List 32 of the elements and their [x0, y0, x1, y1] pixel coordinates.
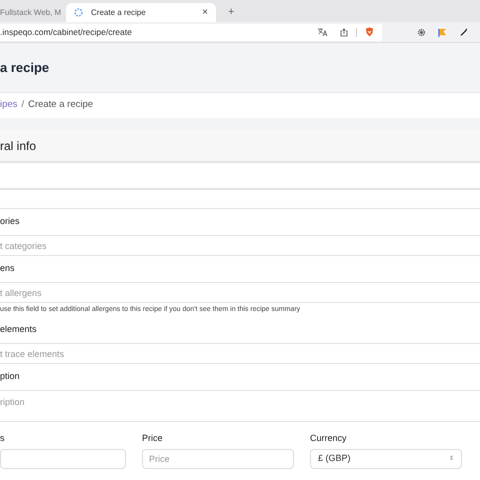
flag-icon[interactable] — [438, 28, 447, 36]
input-field[interactable]: Price — [142, 449, 294, 469]
field-label: elements — [0, 323, 37, 336]
field-label: ories — [0, 215, 20, 228]
close-tab-button[interactable]: × — [202, 5, 208, 20]
input-field[interactable]: t allergens — [0, 282, 480, 303]
breadcrumb-separator: / — [21, 98, 24, 112]
address-bar[interactable]: .inspeqo.com/cabinet/recipe/create — [0, 24, 382, 40]
input-field[interactable]: t categories — [0, 235, 480, 256]
breadcrumb-current: Create a recipe — [28, 98, 94, 112]
browser-tab[interactable]: Create a recipe × — [66, 3, 216, 22]
input-field[interactable]: t trace elements — [0, 343, 480, 364]
share-icon[interactable] — [340, 28, 348, 36]
new-tab-button[interactable]: + — [220, 3, 242, 22]
field-label: Price — [142, 432, 164, 445]
browser-tab[interactable]: Fullstack Web, M — [0, 3, 62, 22]
pen-icon[interactable] — [459, 27, 468, 37]
field-label: ption — [0, 370, 20, 384]
loading-icon — [74, 8, 83, 17]
section-title: ral info — [0, 138, 36, 154]
text-area[interactable]: ription — [0, 390, 480, 422]
field-label: Currency — [310, 432, 348, 445]
lion-shield-icon[interactable] — [365, 27, 374, 37]
input-field[interactable] — [0, 449, 126, 469]
field-label: s — [0, 432, 6, 445]
breadcrumb-link[interactable]: ipes — [0, 98, 18, 113]
page-title: a recipe — [0, 58, 50, 77]
gear-icon[interactable] — [417, 28, 426, 36]
input-field[interactable] — [0, 189, 480, 209]
translate-icon[interactable] — [318, 28, 328, 36]
input-field[interactable] — [0, 162, 480, 189]
field-label: ens — [0, 262, 15, 276]
